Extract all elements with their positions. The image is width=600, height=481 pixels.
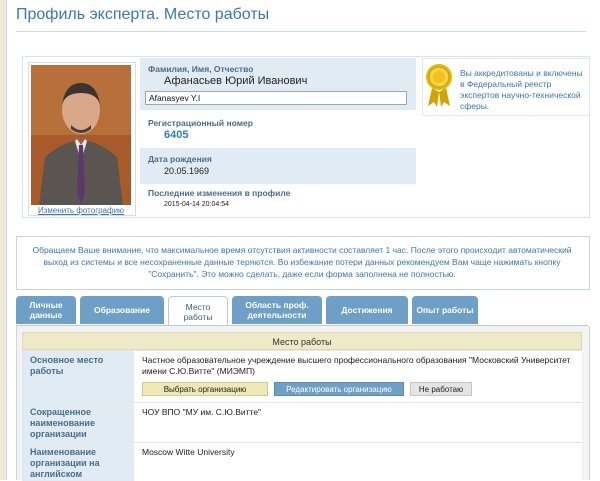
award-medal-icon: [425, 62, 453, 108]
row-label-cell: Наименование организации на английском: [22, 443, 134, 481]
tab-achievements[interactable]: Достижения: [326, 296, 408, 324]
reg-number: 6405: [164, 129, 189, 141]
change-photo-link[interactable]: Изменить фотографию: [38, 206, 124, 215]
row-label-cell: Основное место работы: [22, 351, 134, 403]
tab-education[interactable]: Образование: [80, 296, 164, 324]
short-name-label: Сокращенное наименование организации: [30, 407, 95, 439]
profile-tabs: Личные данные Образование Место работы О…: [16, 296, 588, 326]
left-window-edge: [0, 0, 7, 480]
row-label-cell: Сокращенное наименование организации: [22, 403, 134, 443]
birth-value: 20.05.1969: [164, 166, 210, 176]
tab-workplace[interactable]: Место работы: [168, 296, 228, 326]
expert-photo: [31, 65, 131, 205]
short-name-value: ЧОУ ВПО "МУ им. С.Ю.Витте": [142, 407, 262, 417]
main-workplace-label: Основное место работы: [30, 355, 104, 376]
edit-organization-button[interactable]: Редактировать организацию: [274, 382, 404, 396]
title-divider: [16, 31, 586, 32]
not-working-button[interactable]: Не работаю: [410, 382, 472, 396]
profile-info: Фамилия, Имя, Отчество Афанасьев Юрий Ив…: [140, 58, 416, 214]
name-label: Фамилия, Имя, Отчество: [148, 64, 254, 74]
english-name-label: Наименование организации на английском: [30, 447, 100, 479]
row-english-name: Наименование организации на английском M…: [22, 442, 582, 481]
tab-personal[interactable]: Личные данные: [16, 296, 76, 324]
tab-professional-area[interactable]: Область проф. деятельности: [232, 296, 322, 324]
reg-label: Регистрационный номер: [148, 118, 253, 128]
name-value: Афанасьев Юрий Иванович: [164, 75, 308, 87]
changes-value: 2015-04-14 20:04:54: [164, 201, 229, 208]
session-notice-text: Обращаем Ваше внимание, что максимальное…: [32, 245, 572, 279]
main-workplace-value: Частное образовательное учреждение высше…: [142, 355, 571, 376]
birth-label: Дата рождения: [148, 154, 212, 164]
section-title: Место работы: [22, 332, 582, 350]
changes-band: Последние изменения в профиле 2015-04-14…: [140, 184, 416, 214]
changes-label: Последние изменения в профиле: [148, 188, 291, 198]
select-organization-button[interactable]: Выбрать организацию: [142, 382, 268, 396]
row-short-name: Сокращенное наименование организации ЧОУ…: [22, 402, 582, 443]
birth-band: Дата рождения 20.05.1969: [140, 148, 416, 184]
english-name-value: Moscow Witte University: [142, 447, 235, 457]
page-title: Профиль эксперта. Место работы: [16, 6, 270, 23]
reg-band: Регистрационный номер 6405: [140, 110, 416, 148]
row-main-workplace: Основное место работы Частное образовате…: [22, 350, 582, 403]
name-latin-field[interactable]: Afanasyev Y.I: [145, 91, 407, 105]
accreditation-text: Вы аккредитованы и включены в Федеральны…: [460, 68, 583, 111]
tab-experience[interactable]: Опыт работы: [412, 296, 478, 324]
